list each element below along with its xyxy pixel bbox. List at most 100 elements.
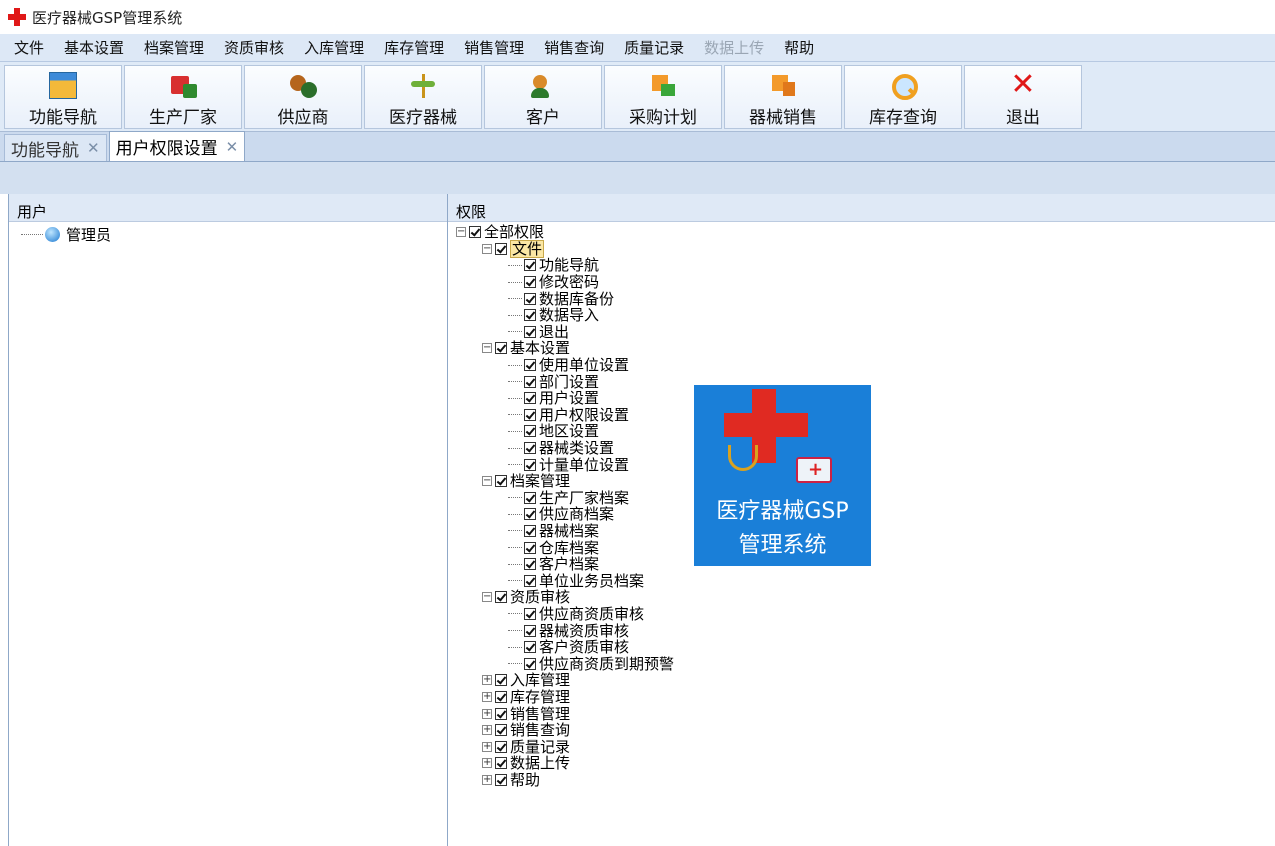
tree-node-item[interactable]: 修改密码	[448, 274, 1275, 291]
checkbox-checked-icon[interactable]	[524, 425, 536, 438]
tree-node-group[interactable]: + 库存管理	[448, 689, 1275, 706]
user-node[interactable]: 管理员	[21, 224, 111, 245]
menu-item[interactable]: 资质审核	[214, 37, 294, 58]
document-tab[interactable]: 功能导航 ✕	[4, 134, 107, 161]
tree-node-item[interactable]: 单位业务员档案	[448, 572, 1275, 589]
tree-node-root[interactable]: − 全部权限	[448, 224, 1275, 241]
checkbox-checked-icon[interactable]	[524, 524, 536, 537]
checkbox-checked-icon[interactable]	[524, 491, 536, 504]
tree-node-group[interactable]: + 销售查询	[448, 722, 1275, 739]
tree-connector	[508, 563, 522, 565]
checkbox-checked-icon[interactable]	[495, 242, 507, 255]
checkbox-checked-icon[interactable]	[524, 508, 536, 521]
user-panel-header: 用户	[9, 194, 447, 222]
checkbox-checked-icon[interactable]	[524, 408, 536, 421]
checkbox-checked-icon[interactable]	[524, 574, 536, 587]
checkbox-checked-icon[interactable]	[524, 292, 536, 305]
collapse-icon[interactable]: −	[482, 343, 492, 354]
checkbox-checked-icon[interactable]	[495, 724, 507, 737]
toolbar-button[interactable]: 器械销售	[724, 65, 842, 129]
tree-connector	[508, 497, 522, 499]
checkbox-checked-icon[interactable]	[495, 757, 507, 770]
toolbar-button[interactable]: ✕ 退出	[964, 65, 1082, 129]
expand-icon[interactable]: +	[482, 741, 492, 752]
tree-node-item[interactable]: 数据库备份	[448, 290, 1275, 307]
expand-icon[interactable]: +	[482, 725, 492, 736]
menu-item[interactable]: 质量记录	[614, 37, 694, 58]
tree-node-item[interactable]: 客户资质审核	[448, 639, 1275, 656]
document-tab[interactable]: 用户权限设置 ✕	[108, 131, 246, 161]
checkbox-checked-icon[interactable]	[495, 475, 507, 488]
tree-node-label: 退出	[539, 322, 570, 341]
tree-node-label: 帮助	[510, 770, 541, 789]
checkbox-checked-icon[interactable]	[524, 309, 536, 322]
menu-item[interactable]: 库存管理	[374, 37, 454, 58]
checkbox-checked-icon[interactable]	[524, 458, 536, 471]
tree-node-item[interactable]: 功能导航	[448, 257, 1275, 274]
collapse-icon[interactable]: −	[482, 243, 492, 254]
toolbar-button[interactable]: 客户	[484, 65, 602, 129]
tree-node-group[interactable]: + 帮助	[448, 772, 1275, 789]
checkbox-checked-icon[interactable]	[524, 276, 536, 289]
toolbar-button[interactable]: 医疗器械	[364, 65, 482, 129]
menu-item[interactable]: 基本设置	[54, 37, 134, 58]
checkbox-checked-icon[interactable]	[524, 392, 536, 405]
tree-node-item[interactable]: 使用单位设置	[448, 357, 1275, 374]
checkbox-checked-icon[interactable]	[495, 591, 507, 604]
checkbox-checked-icon[interactable]	[495, 342, 507, 355]
tree-node-group[interactable]: − 文件	[448, 239, 1275, 258]
checkbox-checked-icon[interactable]	[495, 773, 507, 786]
close-icon[interactable]: ✕	[226, 138, 239, 156]
toolbar-button[interactable]: 功能导航	[4, 65, 122, 129]
tree-node-label: 供应商资质到期预警	[539, 654, 675, 673]
toolbar-button[interactable]: 采购计划	[604, 65, 722, 129]
checkbox-checked-icon[interactable]	[495, 707, 507, 720]
menu-item[interactable]: 入库管理	[294, 37, 374, 58]
expand-icon[interactable]: +	[482, 691, 492, 702]
checkbox-checked-icon[interactable]	[524, 359, 536, 372]
tree-node-item[interactable]: 器械资质审核	[448, 622, 1275, 639]
checkbox-checked-icon[interactable]	[524, 624, 536, 637]
expand-icon[interactable]: +	[482, 675, 492, 686]
menu-item[interactable]: 帮助	[774, 37, 824, 58]
menu-item[interactable]: 销售查询	[534, 37, 614, 58]
checkbox-checked-icon[interactable]	[524, 259, 536, 272]
checkbox-checked-icon[interactable]	[524, 541, 536, 554]
checkbox-checked-icon[interactable]	[524, 657, 536, 670]
menu-item[interactable]: 档案管理	[134, 37, 214, 58]
checkbox-checked-icon[interactable]	[524, 325, 536, 338]
checkbox-checked-icon[interactable]	[524, 607, 536, 620]
checkbox-checked-icon[interactable]	[524, 442, 536, 455]
tree-node-item[interactable]: 供应商资质到期预警	[448, 655, 1275, 672]
tree-connector	[508, 447, 522, 449]
checkbox-checked-icon[interactable]	[469, 226, 481, 239]
checkbox-checked-icon[interactable]	[495, 690, 507, 703]
toolbar-button[interactable]: 库存查询	[844, 65, 962, 129]
checkbox-checked-icon[interactable]	[495, 740, 507, 753]
checkbox-checked-icon[interactable]	[524, 375, 536, 388]
close-icon[interactable]: ✕	[87, 139, 100, 157]
menu-item[interactable]: 销售管理	[454, 37, 534, 58]
tree-node-group[interactable]: − 资质审核	[448, 589, 1275, 606]
toolbar-button[interactable]: 生产厂家	[124, 65, 242, 129]
checkbox-checked-icon[interactable]	[495, 674, 507, 687]
menu-item[interactable]: 文件	[4, 37, 54, 58]
tree-node-item[interactable]: 数据导入	[448, 307, 1275, 324]
tree-node-item[interactable]: 供应商资质审核	[448, 606, 1275, 623]
tree-node-group[interactable]: − 基本设置	[448, 340, 1275, 357]
expand-icon[interactable]: +	[482, 774, 492, 785]
expand-icon[interactable]: +	[482, 708, 492, 719]
collapse-icon[interactable]: −	[482, 476, 492, 487]
tree-node-group[interactable]: + 数据上传	[448, 755, 1275, 772]
tree-connector	[508, 530, 522, 532]
tree-node-group[interactable]: + 质量记录	[448, 738, 1275, 755]
collapse-icon[interactable]: −	[482, 592, 492, 603]
tree-node-item[interactable]: 退出	[448, 324, 1275, 341]
checkbox-checked-icon[interactable]	[524, 641, 536, 654]
expand-icon[interactable]: +	[482, 758, 492, 769]
toolbar-button[interactable]: 供应商	[244, 65, 362, 129]
tree-node-group[interactable]: + 销售管理	[448, 705, 1275, 722]
tree-node-group[interactable]: + 入库管理	[448, 672, 1275, 689]
checkbox-checked-icon[interactable]	[524, 558, 536, 571]
collapse-icon[interactable]: −	[456, 227, 466, 238]
